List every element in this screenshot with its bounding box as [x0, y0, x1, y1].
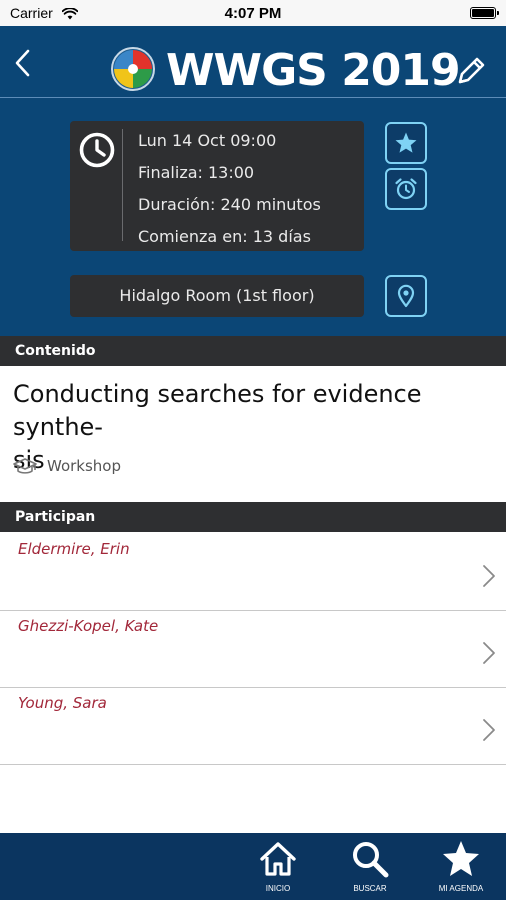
session-time-card: Lun 14 Oct 09:00 Finaliza: 13:00 Duració…	[70, 121, 364, 251]
room-label: Hidalgo Room (1st floor)	[70, 275, 364, 317]
chevron-left-icon	[15, 49, 30, 77]
chevron-right-icon	[482, 718, 496, 746]
tab-agenda[interactable]: MI AGENDA	[421, 833, 501, 900]
tab-agenda-label: MI AGENDA	[438, 884, 484, 893]
navigation-bar: WWGS 2019	[0, 26, 506, 98]
content-section-header: Contenido	[0, 336, 506, 366]
participant-name: Eldermire, Erin	[18, 540, 130, 558]
tab-home[interactable]: INICIO	[238, 833, 318, 900]
graduation-cap-icon	[13, 458, 37, 480]
participant-row[interactable]: Young, Sara	[0, 688, 506, 765]
back-button[interactable]	[10, 48, 36, 78]
star-icon	[443, 841, 479, 876]
status-bar: Carrier 4:07 PM	[0, 0, 506, 26]
edit-button[interactable]	[454, 54, 488, 88]
tab-search-label: BUSCAR	[353, 884, 387, 893]
alarm-clock-icon	[395, 178, 417, 200]
participants-section-header: Participan	[0, 502, 506, 532]
participant-name: Young, Sara	[18, 694, 107, 712]
clock-icon	[78, 131, 116, 169]
pencil-icon	[458, 57, 485, 84]
status-time: 4:07 PM	[224, 5, 282, 22]
search-icon	[353, 842, 389, 878]
participant-row[interactable]: Ghezzi-Kopel, Kate	[0, 611, 506, 688]
card-divider	[122, 129, 123, 241]
alarm-button[interactable]	[385, 168, 427, 210]
tab-bar: INICIO BUSCAR MI AGENDA	[0, 833, 506, 900]
participant-name: Ghezzi-Kopel, Kate	[18, 617, 159, 635]
session-header: WWGS 2019 Lun 14 Oct 09:00 Finaliza: 13:…	[0, 26, 506, 336]
app-title: WWGS 2019	[166, 45, 461, 96]
location-button[interactable]	[385, 275, 427, 317]
participant-row[interactable]: Eldermire, Erin	[0, 534, 506, 611]
map-pin-icon	[397, 284, 415, 308]
session-starts-in: Comienza en: 13 días	[138, 227, 311, 246]
session-end: Finaliza: 13:00	[138, 163, 255, 182]
session-duration: Duración: 240 minutos	[138, 195, 321, 214]
star-icon	[395, 132, 417, 153]
session-start: Lun 14 Oct 09:00	[138, 131, 277, 150]
chevron-right-icon	[482, 564, 496, 592]
chevron-right-icon	[482, 641, 496, 669]
favorite-button[interactable]	[385, 122, 427, 164]
app-logo	[110, 46, 156, 92]
session-type-label: Workshop	[47, 457, 122, 475]
tab-search[interactable]: BUSCAR	[330, 833, 410, 900]
battery-icon	[470, 7, 499, 19]
home-icon	[260, 842, 296, 876]
tab-home-label: INICIO	[265, 884, 291, 893]
